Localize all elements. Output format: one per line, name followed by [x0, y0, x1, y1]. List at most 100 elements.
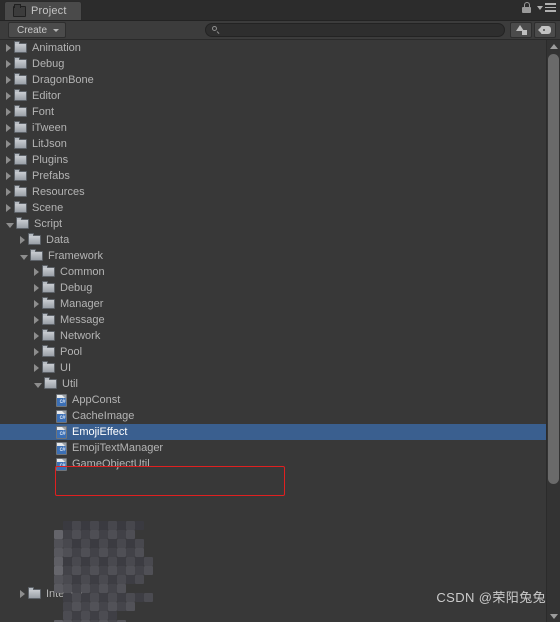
tree-row-label: Data	[46, 234, 70, 246]
tree-row-folder[interactable]: Plugins	[0, 152, 560, 168]
twisty-collapsed-icon[interactable]	[20, 590, 25, 598]
folder-icon	[44, 377, 57, 389]
twisty-collapsed-icon[interactable]	[6, 124, 11, 132]
tree-row-folder[interactable]: Common	[0, 264, 560, 280]
folder-icon	[14, 41, 27, 53]
folder-icon	[42, 265, 55, 277]
tab-project-label: Project	[31, 5, 67, 17]
tree-row-asset[interactable]: c# EmojiEffect	[0, 424, 560, 440]
twisty-collapsed-icon[interactable]	[6, 44, 11, 52]
tree-row-label: DragonBone	[32, 74, 94, 86]
twisty-collapsed-icon[interactable]	[6, 92, 11, 100]
twisty-collapsed-icon[interactable]	[34, 348, 39, 356]
folder-icon	[14, 201, 27, 213]
tree-row-folder[interactable]: Network	[0, 328, 560, 344]
scrollbar-thumb[interactable]	[548, 54, 559, 484]
tree-row-label: Debug	[60, 282, 93, 294]
twisty-collapsed-icon[interactable]	[6, 76, 11, 84]
scroll-up-button[interactable]	[547, 40, 560, 52]
tree-row-folder[interactable]: Prefabs	[0, 168, 560, 184]
tree-row-folder[interactable]: Script	[0, 216, 560, 232]
tree-row-folder[interactable]: iTween	[0, 120, 560, 136]
twisty-collapsed-icon[interactable]	[20, 236, 25, 244]
obscured-rows-spacer	[0, 472, 560, 586]
twisty-collapsed-icon[interactable]	[34, 268, 39, 276]
twisty-expanded-icon[interactable]	[34, 382, 42, 388]
tree-row-folder[interactable]: DragonBone	[0, 72, 560, 88]
tree-row-folder[interactable]: Manager	[0, 296, 560, 312]
tree-row-folder[interactable]: Util	[0, 376, 560, 392]
tree-row-folder[interactable]: Debug	[0, 56, 560, 72]
tree-row-label: Resources	[32, 186, 85, 198]
tree-row-label: GameObjectUtil	[72, 458, 150, 470]
folder-icon	[14, 105, 27, 117]
folder-icon	[42, 361, 55, 373]
tree-row-label: Editor	[32, 90, 61, 102]
twisty-collapsed-icon[interactable]	[34, 316, 39, 324]
folder-icon	[14, 57, 27, 69]
asset-tree: Animation Debug DragonBone Editor Font iTween…	[0, 40, 560, 602]
tree-row-folder[interactable]: Integral	[0, 586, 560, 602]
tree-row-label: Animation	[32, 42, 81, 54]
tree-row-folder[interactable]: Animation	[0, 40, 560, 56]
tree-row-folder[interactable]: Message	[0, 312, 560, 328]
folder-icon	[42, 345, 55, 357]
create-button-label: Create	[17, 24, 48, 36]
chevron-down-icon	[53, 28, 60, 32]
twisty-collapsed-icon[interactable]	[34, 284, 39, 292]
asset-tree-viewport[interactable]: Animation Debug DragonBone Editor Font iTween…	[0, 40, 560, 622]
scroll-down-button[interactable]	[547, 610, 560, 622]
tree-row-label: Script	[34, 218, 63, 230]
tree-row-asset[interactable]: c# GameObjectUtil	[0, 456, 560, 472]
tree-row-folder[interactable]: Framework	[0, 248, 560, 264]
tree-row-label: EmojiEffect	[72, 426, 128, 438]
twisty-collapsed-icon[interactable]	[6, 204, 11, 212]
twisty-collapsed-icon[interactable]	[6, 140, 11, 148]
csharp-script-icon: c#	[56, 425, 67, 439]
tree-row-label: Pool	[60, 346, 83, 358]
csharp-script-icon: c#	[56, 441, 67, 455]
tree-row-folder[interactable]: LitJson	[0, 136, 560, 152]
twisty-collapsed-icon[interactable]	[34, 332, 39, 340]
twisty-collapsed-icon[interactable]	[6, 188, 11, 196]
tree-row-asset[interactable]: c# AppConst	[0, 392, 560, 408]
search-input[interactable]	[220, 23, 504, 37]
filter-by-label-button[interactable]	[534, 22, 556, 38]
folder-icon	[14, 169, 27, 181]
tree-row-label: Common	[60, 266, 105, 278]
tree-row-folder[interactable]: Scene	[0, 200, 560, 216]
tree-row-label: AppConst	[72, 394, 121, 406]
filter-by-type-button[interactable]	[510, 22, 532, 38]
twisty-collapsed-icon[interactable]	[6, 60, 11, 68]
folder-icon	[42, 313, 55, 325]
csharp-script-icon: c#	[56, 457, 67, 471]
project-toolbar: Create	[0, 21, 560, 40]
tree-row-label: Plugins	[32, 154, 69, 166]
twisty-expanded-icon[interactable]	[20, 254, 28, 260]
lock-icon[interactable]	[522, 2, 531, 13]
twisty-expanded-icon[interactable]	[6, 222, 14, 228]
tree-row-folder[interactable]: Editor	[0, 88, 560, 104]
folder-icon	[28, 233, 41, 245]
tab-project[interactable]: Project	[4, 1, 82, 20]
tree-row-asset[interactable]: c# CacheImage	[0, 408, 560, 424]
search-field[interactable]	[205, 23, 505, 37]
create-button[interactable]: Create	[8, 22, 67, 38]
tree-row-folder[interactable]: Font	[0, 104, 560, 120]
twisty-collapsed-icon[interactable]	[6, 172, 11, 180]
tree-row-folder[interactable]: Resources	[0, 184, 560, 200]
hamburger-menu-icon[interactable]	[537, 3, 556, 12]
twisty-collapsed-icon[interactable]	[6, 108, 11, 116]
twisty-collapsed-icon[interactable]	[6, 156, 11, 164]
csharp-script-icon: c#	[56, 393, 67, 407]
vertical-scrollbar[interactable]	[546, 40, 560, 622]
tree-row-label: iTween	[32, 122, 67, 134]
tree-row-label: Prefabs	[32, 170, 70, 182]
tree-row-folder[interactable]: Data	[0, 232, 560, 248]
twisty-collapsed-icon[interactable]	[34, 300, 39, 308]
twisty-collapsed-icon[interactable]	[34, 364, 39, 372]
tree-row-folder[interactable]: UI	[0, 360, 560, 376]
tree-row-asset[interactable]: c# EmojiTextManager	[0, 440, 560, 456]
tree-row-folder[interactable]: Debug	[0, 280, 560, 296]
tree-row-folder[interactable]: Pool	[0, 344, 560, 360]
